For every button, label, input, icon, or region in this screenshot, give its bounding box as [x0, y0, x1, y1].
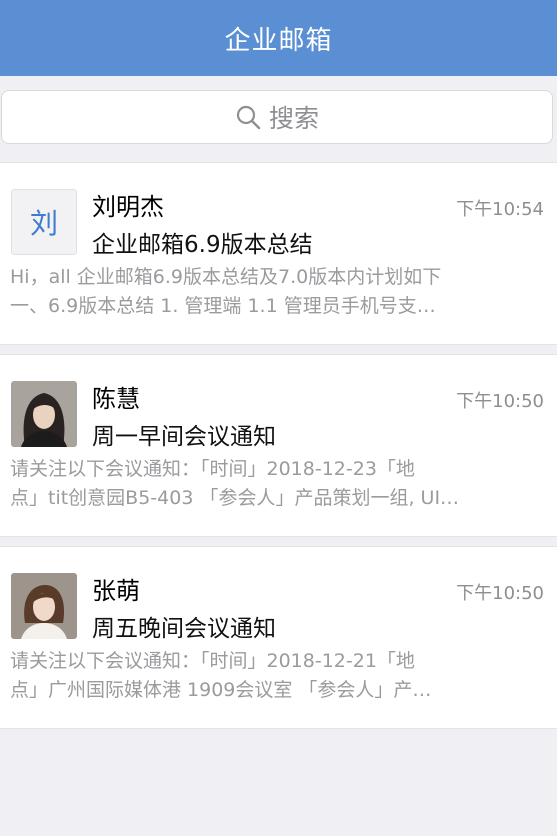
mail-time: 下午10:54: [456, 199, 544, 220]
mail-time: 下午10:50: [456, 583, 544, 604]
page-title: 企业邮箱: [224, 25, 333, 56]
sender-name: 刘明杰: [92, 193, 164, 221]
mail-item[interactable]: 刘 刘明杰 下午10:54 企业邮箱6.9版本总结 Hi，all 企业邮箱6.9…: [0, 162, 557, 345]
mail-preview-line: Hi，all 企业邮箱6.9版本总结及7.0版本内计划如下: [10, 266, 442, 288]
avatar-initial: 刘: [29, 207, 58, 240]
mail-preview: 请关注以下会议通知：「时间」2018-12-23「地 点」tit创意园B5-40…: [10, 455, 510, 513]
mail-preview: Hi，all 企业邮箱6.9版本总结及7.0版本内计划如下 一、6.9版本总结 …: [10, 263, 510, 321]
mail-preview-line: 一、6.9版本总结 1. 管理端 1.1 管理员手机号支…: [10, 295, 436, 317]
mail-preview-line: 请关注以下会议通知：「时间」2018-12-21「地: [10, 650, 415, 672]
app-header: 企业邮箱: [0, 0, 557, 76]
mail-subject: 周一早间会议通知: [92, 424, 276, 450]
search-icon: [235, 104, 261, 130]
avatar: [11, 573, 77, 639]
mail-preview-line: 点」广州国际媒体港 1909会议室 「参会人」产…: [10, 679, 432, 701]
search-input[interactable]: 搜索: [1, 90, 553, 144]
mail-item[interactable]: 陈慧 下午10:50 周一早间会议通知 请关注以下会议通知：「时间」2018-1…: [0, 354, 557, 537]
mail-item[interactable]: 张萌 下午10:50 周五晚间会议通知 请关注以下会议通知：「时间」2018-1…: [0, 546, 557, 729]
mail-subject: 周五晚间会议通知: [92, 616, 276, 642]
avatar: [11, 381, 77, 447]
mail-subject: 企业邮箱6.9版本总结: [92, 232, 313, 258]
mail-time: 下午10:50: [456, 391, 544, 412]
search-placeholder: 搜索: [268, 104, 319, 133]
search-area: 搜索: [0, 76, 557, 163]
avatar: 刘: [11, 189, 77, 255]
sender-name: 张萌: [92, 577, 140, 605]
mail-preview: 请关注以下会议通知：「时间」2018-12-21「地 点」广州国际媒体港 190…: [10, 647, 510, 705]
mail-preview-line: 点」tit创意园B5-403 「参会人」产品策划一组, UI…: [10, 487, 460, 509]
sender-name: 陈慧: [92, 385, 140, 413]
mail-preview-line: 请关注以下会议通知：「时间」2018-12-23「地: [10, 458, 415, 480]
